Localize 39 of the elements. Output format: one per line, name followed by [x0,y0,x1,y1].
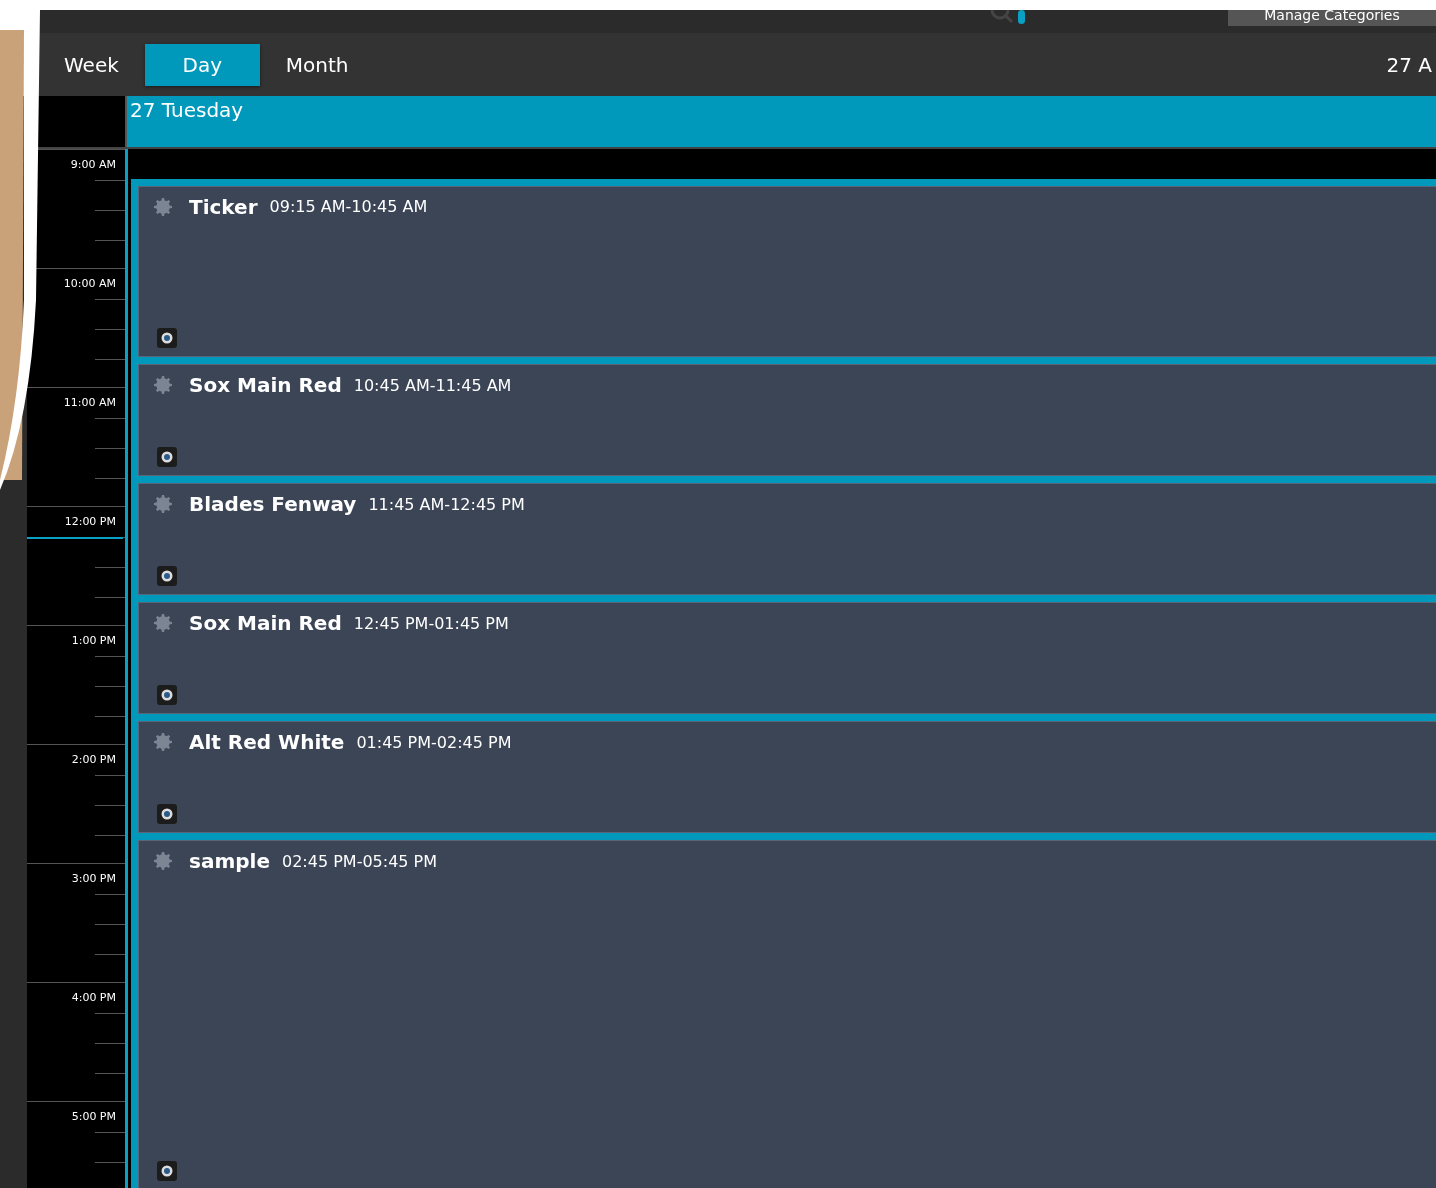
event-card[interactable]: Sox Main Red 12:45 PM-01:45 PM [138,602,1436,715]
event-time: 01:45 PM-02:45 PM [356,732,512,752]
event-time: 10:45 AM-11:45 AM [353,375,512,395]
event-title: sample [189,849,270,874]
time-label: 1:00 PM [71,634,116,647]
search-icon[interactable] [988,10,1028,26]
event-title: Sox Main Red [189,373,342,398]
time-label: 3:00 PM [71,872,116,885]
event-card[interactable]: Sox Main Red 10:45 AM-11:45 AM [138,364,1436,477]
event-title: Alt Red White [189,730,345,755]
event-time: 11:45 AM-12:45 PM [368,494,525,514]
event-card[interactable]: sample 02:45 PM-05:45 PM [138,840,1436,1188]
view-tab[interactable]: Month [269,43,365,86]
time-label: 4:00 PM [71,991,116,1004]
event-card[interactable]: Alt Red White 01:45 PM-02:45 PM [138,721,1436,834]
event-title: Ticker [189,194,258,219]
camera-lens-icon[interactable] [157,804,177,825]
manage-categories-button[interactable]: Manage Categories [1228,10,1436,26]
event-card[interactable]: Ticker 09:15 AM-10:45 AM [138,185,1436,358]
time-label: 5:00 PM [71,1110,116,1123]
event-time: 02:45 PM-05:45 PM [282,851,438,871]
camera-lens-icon[interactable] [157,328,177,349]
time-label: 10:00 AM [63,277,116,290]
event-time: 09:15 AM-10:45 AM [269,197,428,217]
event-title: Sox Main Red [189,611,342,636]
event-time: 12:45 PM-01:45 PM [353,613,509,633]
camera-lens-icon[interactable] [157,566,177,587]
camera-lens-icon[interactable] [157,685,177,706]
time-label: 11:00 AM [63,396,116,409]
event-card[interactable]: Blades Fenway 11:45 AM-12:45 PM [138,483,1436,596]
camera-lens-icon[interactable] [157,447,177,468]
event-title: Blades Fenway [189,492,357,517]
camera-lens-icon[interactable] [157,1161,177,1182]
day-header: 27 Tuesday [127,96,1436,147]
time-label: 12:00 PM [64,515,116,528]
date-label: 27 A [1386,52,1432,77]
view-tab[interactable]: Week [48,43,135,86]
time-label: 9:00 AM [70,158,116,171]
time-label: 2:00 PM [71,753,116,766]
